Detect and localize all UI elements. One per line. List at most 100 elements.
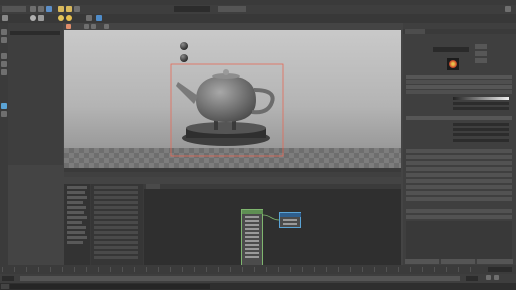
node-list-item[interactable] — [94, 241, 138, 244]
specular-ior-slider[interactable] — [453, 139, 509, 142]
cube-icon[interactable] — [38, 15, 44, 21]
node-list-item[interactable] — [94, 206, 138, 209]
specular-color-slider[interactable] — [453, 128, 509, 131]
node-name-field[interactable] — [433, 47, 469, 52]
section-header[interactable] — [406, 185, 512, 189]
node-list-item[interactable] — [94, 221, 138, 224]
node-list-item[interactable] — [94, 196, 138, 199]
mode-dropdown[interactable] — [2, 6, 26, 12]
material-icon[interactable] — [96, 15, 102, 21]
save-scene-icon[interactable] — [46, 6, 52, 12]
panel-shaded-icon[interactable] — [91, 24, 96, 29]
teapot-body[interactable] — [196, 76, 256, 122]
tree-item[interactable] — [67, 221, 82, 224]
range-slider[interactable] — [0, 274, 516, 283]
section-header[interactable] — [406, 209, 512, 213]
hypershade-browser-tree[interactable] — [64, 184, 90, 265]
section-header[interactable] — [406, 85, 512, 89]
section-header[interactable] — [406, 116, 512, 120]
camera-icon[interactable] — [86, 15, 92, 21]
key-icon[interactable] — [494, 275, 499, 280]
settings-icon[interactable] — [505, 6, 511, 12]
select-tool-icon[interactable] — [2, 15, 8, 21]
tree-item[interactable] — [67, 186, 87, 189]
timeline[interactable] — [0, 265, 516, 274]
roughness-slider[interactable] — [453, 107, 509, 110]
four-layout-icon[interactable] — [1, 111, 7, 117]
section-header[interactable] — [406, 197, 512, 201]
copy-tab-button[interactable] — [477, 259, 513, 264]
section-header[interactable] — [406, 173, 512, 177]
sphere-object[interactable] — [180, 54, 188, 62]
node-list-item[interactable] — [94, 201, 138, 204]
section-header[interactable] — [406, 179, 512, 183]
node-editor[interactable] — [144, 184, 401, 266]
single-layout-icon[interactable] — [1, 103, 7, 109]
tree-item[interactable] — [67, 216, 87, 219]
current-frame-field[interactable] — [488, 267, 512, 272]
light-icon[interactable] — [58, 15, 64, 21]
panel-isolate-icon[interactable] — [104, 24, 109, 29]
panel-wireframe-icon[interactable] — [84, 24, 89, 29]
rotate-icon[interactable] — [1, 61, 7, 67]
sphere-object[interactable] — [180, 42, 188, 50]
panel-camera-icon[interactable] — [66, 24, 71, 29]
scale-icon[interactable] — [1, 69, 7, 75]
focus-button[interactable] — [475, 44, 487, 49]
tree-item[interactable] — [67, 196, 87, 199]
node-list-item[interactable] — [94, 256, 138, 259]
lasso-icon[interactable] — [1, 37, 7, 43]
material-swatch[interactable] — [447, 58, 459, 70]
render-settings-icon[interactable] — [74, 6, 80, 12]
play-icon[interactable] — [486, 275, 491, 280]
section-header[interactable] — [406, 75, 512, 79]
node-list-item[interactable] — [94, 246, 138, 249]
attribute-row[interactable] — [406, 80, 512, 84]
specular-slider[interactable] — [453, 123, 509, 126]
new-scene-icon[interactable] — [30, 6, 36, 12]
node-list-item[interactable] — [94, 191, 138, 194]
open-scene-icon[interactable] — [38, 6, 44, 12]
node-list-item[interactable] — [94, 231, 138, 234]
notes-area[interactable] — [406, 221, 512, 259]
select-arrow-icon[interactable] — [1, 29, 7, 35]
section-header[interactable] — [406, 155, 512, 159]
ipr-render-icon[interactable] — [66, 6, 72, 12]
render-field[interactable] — [174, 6, 210, 12]
tree-item[interactable] — [67, 226, 86, 229]
sphere-icon[interactable] — [30, 15, 36, 21]
color-slider[interactable] — [453, 97, 509, 100]
range-bar[interactable] — [20, 276, 460, 281]
section-header[interactable] — [406, 167, 512, 171]
tree-item[interactable] — [67, 191, 85, 194]
command-input[interactable] — [10, 284, 210, 289]
weight-slider[interactable] — [453, 102, 509, 105]
load-attributes-button[interactable] — [441, 259, 475, 264]
render-icon[interactable] — [58, 6, 64, 12]
tree-item[interactable] — [67, 241, 83, 244]
tree-item[interactable] — [67, 231, 85, 234]
viewport-3d[interactable] — [64, 30, 401, 168]
section-header[interactable] — [406, 191, 512, 195]
section-header[interactable] — [406, 215, 512, 219]
node-list-item[interactable] — [94, 251, 138, 254]
workspace-dropdown[interactable] — [218, 6, 246, 12]
node-list-item[interactable] — [94, 211, 138, 214]
specular-roughness-slider[interactable] — [453, 133, 509, 136]
node-list-item[interactable] — [94, 226, 138, 229]
range-end-field[interactable] — [466, 276, 478, 281]
show-button[interactable] — [475, 58, 487, 63]
section-header[interactable] — [406, 161, 512, 165]
presets-button[interactable] — [475, 51, 487, 56]
outliner-search[interactable] — [10, 31, 60, 35]
range-start-field[interactable] — [2, 276, 14, 281]
node-list-item[interactable] — [94, 216, 138, 219]
hypershade-node-list[interactable] — [91, 184, 143, 265]
outliner-list[interactable] — [10, 37, 60, 97]
attribute-tab[interactable] — [405, 29, 425, 34]
tree-item[interactable] — [67, 206, 86, 209]
node-list-item[interactable] — [94, 236, 138, 239]
attribute-row[interactable] — [406, 90, 512, 94]
section-header[interactable] — [406, 149, 512, 153]
tree-item[interactable] — [67, 211, 84, 214]
